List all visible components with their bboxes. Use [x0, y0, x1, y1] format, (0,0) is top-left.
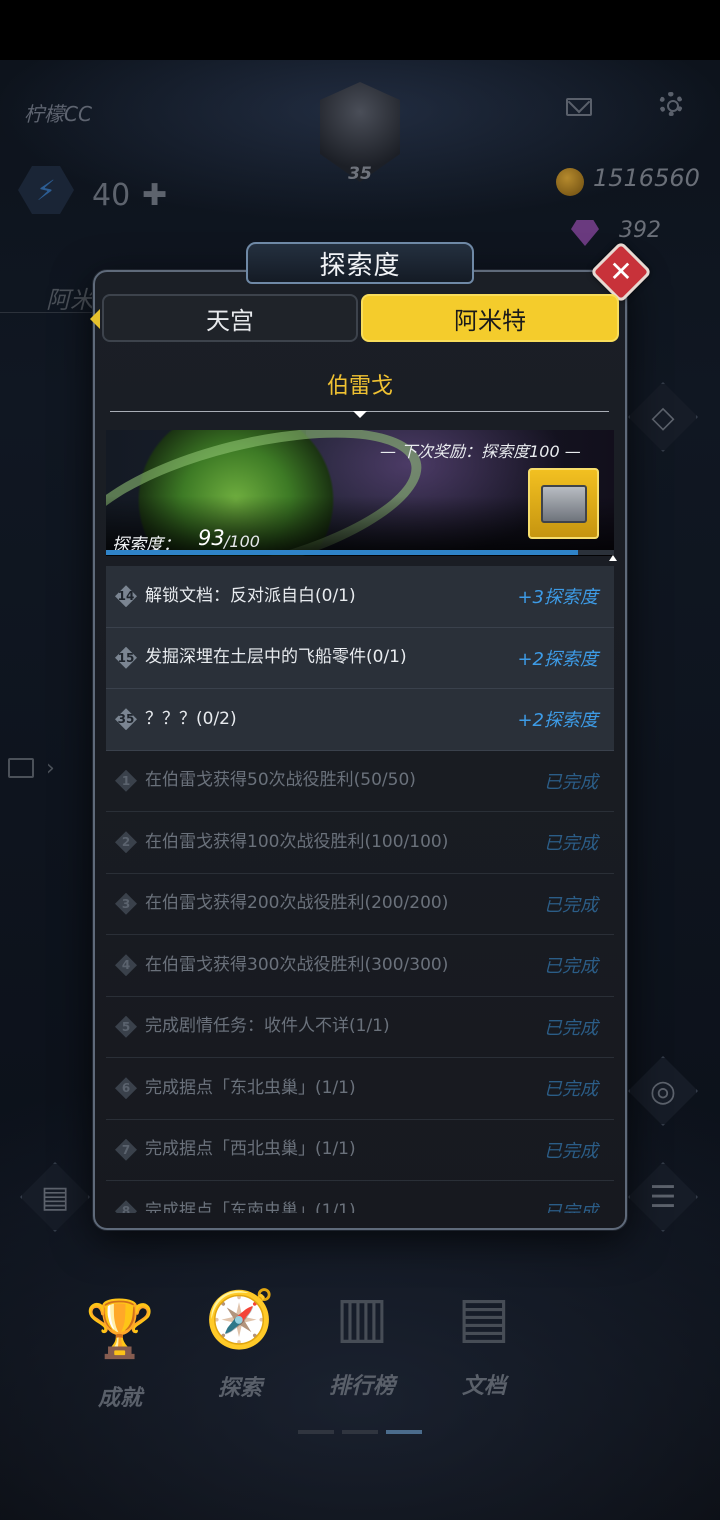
page-indicator [298, 1430, 334, 1434]
task-number-badge: 7 [115, 1138, 137, 1161]
task-row[interactable]: 35 ？？？(0/2) +2探索度 [106, 689, 614, 751]
task-status-completed: 已完成 [544, 894, 598, 916]
nav-label: 排行榜 [328, 1374, 395, 1399]
task-row[interactable]: 3 在伯雷戈获得200次战役胜利(200/200) 已完成 [106, 874, 614, 935]
trophy-icon: 🏆 [85, 1297, 155, 1362]
caret-down-icon [353, 411, 367, 418]
gold-coin-icon [556, 168, 584, 196]
task-row[interactable]: 7 完成据点「西北虫巢」(1/1) 已完成 [106, 1120, 614, 1181]
task-number-badge: 1 [115, 769, 137, 792]
progress-bar [106, 550, 614, 555]
task-row[interactable]: 14 解锁文档：反对派自白(0/1) +3探索度 [106, 566, 614, 628]
task-number-badge: 2 [115, 831, 137, 854]
task-number-badge: 4 [115, 954, 137, 977]
task-description: 在伯雷戈获得300次战役胜利(300/300) [145, 954, 449, 975]
task-description: 完成据点「东南虫巢」(1/1) [145, 1200, 356, 1213]
nav-label: 文档 [461, 1374, 506, 1399]
task-row[interactable]: 1 在伯雷戈获得50次战役胜利(50/50) 已完成 [106, 751, 614, 812]
tab-amite[interactable]: 阿米特 [361, 294, 619, 342]
close-icon: ✕ [609, 255, 633, 288]
chevron-right-icon[interactable]: › [46, 756, 55, 781]
podium-icon: ▥ [335, 1285, 389, 1350]
task-description: 在伯雷戈获得100次战役胜利(100/100) [145, 831, 449, 852]
gold-value: 1516560 [593, 164, 700, 192]
task-number-badge: 5 [115, 1015, 137, 1038]
task-description: 完成剧情任务：收件人不详(1/1) [145, 1016, 390, 1037]
task-description: 完成据点「西北虫巢」(1/1) [145, 1139, 356, 1160]
next-reward-text: — 下次奖励：探索度100 — [380, 442, 581, 461]
document-icon: ▤ [457, 1285, 511, 1350]
task-list[interactable]: 14 解锁文档：反对派自白(0/1) +3探索度 15 发掘深埋在土层中的飞船零件(0/… [106, 566, 614, 1213]
task-row[interactable]: 4 在伯雷戈获得300次战役胜利(300/300) 已完成 [106, 935, 614, 997]
nav-label: 探索 [217, 1376, 262, 1401]
gem-value: 392 [619, 218, 661, 243]
task-number-badge: 8 [115, 1200, 137, 1213]
task-description: 在伯雷戈获得200次战役胜利(200/200) [145, 893, 449, 914]
task-row[interactable]: 15 发掘深埋在土层中的飞船零件(0/1) +2探索度 [106, 627, 614, 689]
task-number-badge: 6 [115, 1077, 137, 1100]
task-description: 完成据点「东北虫巢」(1/1) [145, 1077, 356, 1098]
player-level: 35 [348, 164, 372, 184]
background-divider [0, 312, 92, 313]
region-selector[interactable]: 伯雷戈 [110, 368, 610, 400]
tab-tiangong[interactable]: 天宫 [102, 294, 358, 342]
task-description: 发掘深埋在土层中的飞船零件(0/1) [145, 647, 407, 668]
chat-icon[interactable] [8, 758, 34, 778]
mail-icon[interactable] [566, 98, 592, 116]
task-status-completed: 已完成 [544, 1140, 598, 1162]
bottom-nav: 🏆 成就 🧭 探索 ▥ 排行榜 ▤ 文档 [60, 1285, 540, 1430]
progress-bar-fill [106, 550, 579, 555]
add-energy-button[interactable]: ✚ [142, 178, 167, 213]
task-number-badge: 15 [115, 646, 137, 669]
nav-documents[interactable]: ▤ 文档 [424, 1278, 544, 1400]
task-status-completed: 已完成 [544, 771, 598, 793]
status-bar-area [0, 0, 720, 60]
task-row[interactable]: 5 完成剧情任务：收件人不详(1/1) 已完成 [106, 997, 614, 1058]
task-reward: +3探索度 [517, 587, 598, 609]
nav-achievements[interactable]: 🏆 成就 [60, 1290, 180, 1412]
task-description: ？？？(0/2) [145, 708, 237, 729]
task-row[interactable]: 6 完成据点「东北虫巢」(1/1) 已完成 [106, 1058, 614, 1120]
task-status-completed: 已完成 [544, 956, 598, 978]
compass-icon: 🧭 [205, 1287, 275, 1352]
task-status-completed: 已完成 [544, 833, 598, 855]
modal-title: 探索度 [246, 242, 474, 284]
task-number-badge: 3 [115, 892, 137, 915]
task-status-completed: 已完成 [544, 1017, 598, 1039]
task-row[interactable]: 8 完成据点「东南虫巢」(1/1) 已完成 [106, 1181, 614, 1213]
progress-max: /100 [224, 532, 260, 551]
nav-leaderboard[interactable]: ▥ 排行榜 [302, 1278, 422, 1400]
task-row[interactable]: 2 在伯雷戈获得100次战役胜利(100/100) 已完成 [106, 812, 614, 874]
task-description: 解锁文档：反对派自白(0/1) [145, 585, 356, 606]
gear-icon[interactable] [659, 92, 683, 116]
reward-chest-button[interactable] [528, 468, 599, 539]
task-number-badge: 14 [115, 585, 137, 608]
player-name: 柠檬CC [24, 102, 92, 126]
nav-label: 成就 [97, 1386, 142, 1411]
tab-pointer-icon [90, 309, 100, 329]
task-description: 在伯雷戈获得50次战役胜利(50/50) [145, 770, 416, 791]
task-status-completed: 已完成 [544, 1202, 598, 1213]
nav-explore[interactable]: 🧭 探索 [180, 1280, 300, 1402]
progress-marker-icon [609, 555, 617, 561]
task-reward: +2探索度 [517, 648, 598, 670]
task-reward: +2探索度 [517, 710, 598, 732]
page-indicator-active [386, 1430, 422, 1434]
background-region-label: 阿米 [46, 286, 94, 314]
task-number-badge: 35 [115, 708, 137, 731]
task-status-completed: 已完成 [544, 1079, 598, 1101]
chest-icon [540, 484, 587, 523]
progress-value: 93 [198, 526, 225, 550]
page-indicator [342, 1430, 378, 1434]
energy-value: 40 [92, 178, 131, 213]
